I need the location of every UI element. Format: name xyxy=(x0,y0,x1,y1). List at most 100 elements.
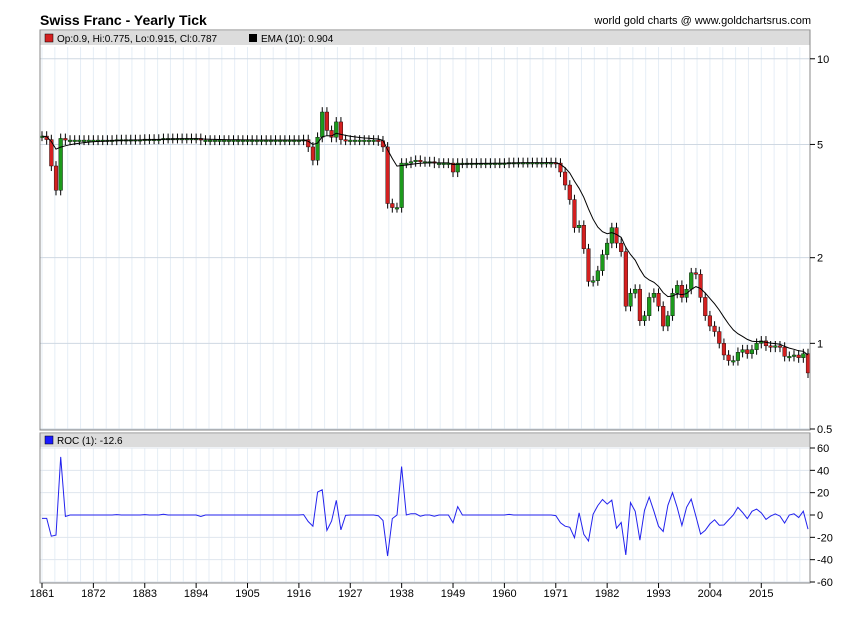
candle-body xyxy=(572,199,577,228)
candle-body xyxy=(707,315,712,327)
candle-body xyxy=(712,325,717,332)
candle-body xyxy=(348,139,353,142)
x-tick-label: 1894 xyxy=(184,588,208,600)
price-legend-swatch xyxy=(44,33,54,43)
candle-body xyxy=(581,225,586,249)
x-tick-label: 2004 xyxy=(698,588,722,600)
candle-body xyxy=(740,349,745,353)
candle-body xyxy=(642,315,647,322)
candle-body xyxy=(754,343,759,350)
x-tick-label: 1883 xyxy=(133,588,157,600)
candle-body xyxy=(628,293,633,307)
roc-y-tick-label: -40 xyxy=(817,555,833,567)
candle-body xyxy=(689,272,694,290)
candle-body xyxy=(404,162,409,165)
x-tick-label: 1927 xyxy=(338,588,362,600)
candle-body xyxy=(418,160,423,162)
price-y-tick-label: 0.5 xyxy=(817,424,832,436)
candle-body xyxy=(591,280,596,283)
ema-legend-swatch xyxy=(249,34,257,42)
price-y-tick-label: 10 xyxy=(817,54,829,66)
x-tick-label: 1905 xyxy=(235,588,259,600)
candle-body xyxy=(791,354,797,357)
roc-y-tick-label: -60 xyxy=(817,577,833,589)
candle-body xyxy=(408,161,414,164)
price-y-tick-label: 5 xyxy=(817,139,823,151)
candle-body xyxy=(805,353,811,374)
candle-body xyxy=(567,184,572,200)
candle-body xyxy=(58,138,63,191)
x-tick-label: 1960 xyxy=(492,588,516,600)
candle-body xyxy=(72,139,77,142)
candle-body xyxy=(324,111,329,131)
candle-body xyxy=(86,139,91,142)
roc-legend-swatch xyxy=(44,435,54,445)
roc-y-axis: 60 40 20 0 -20 -40 -60 xyxy=(810,443,833,589)
x-tick-label: 1993 xyxy=(646,588,670,600)
candle-body xyxy=(647,297,652,316)
candle-body xyxy=(595,270,600,281)
candle-body xyxy=(362,139,367,142)
roc-y-tick-label: -20 xyxy=(817,532,833,544)
roc-y-tick-label: 40 xyxy=(817,465,829,477)
candle-body xyxy=(81,139,87,142)
candle-body xyxy=(731,360,736,363)
candle-body xyxy=(796,354,801,358)
candle-body xyxy=(609,227,614,244)
ema-legend-text: EMA (10): 0.904 xyxy=(261,34,334,45)
candle-body xyxy=(67,139,73,142)
chart-area: Op:0.9, Hi:0.775, Lo:0.915, Cl:0.787 EMA… xyxy=(30,29,833,600)
candle-body xyxy=(376,139,381,142)
candle-body xyxy=(226,139,231,142)
candle-body xyxy=(623,251,628,307)
roc-y-tick-label: 60 xyxy=(817,443,829,455)
candle-body xyxy=(212,139,217,142)
candle-body xyxy=(605,242,610,255)
candle-body xyxy=(334,121,339,138)
candle-body xyxy=(661,306,666,327)
roc-legend-text: ROC (1): -12.6 xyxy=(57,436,123,447)
candle-body xyxy=(357,139,362,142)
price-legend-text: Op:0.9, Hi:0.775, Lo:0.915, Cl:0.787 xyxy=(57,34,218,45)
x-tick-label: 1949 xyxy=(441,588,465,600)
candle-body xyxy=(679,285,684,298)
price-y-tick-label: 2 xyxy=(817,253,823,265)
candle-body xyxy=(63,138,68,141)
candle-body xyxy=(371,139,376,142)
candle-body xyxy=(222,139,227,142)
candle-body xyxy=(394,207,400,210)
candle-body xyxy=(656,293,661,307)
x-tick-label: 1861 xyxy=(30,588,54,600)
candle-body xyxy=(721,343,726,356)
price-y-axis: 10 5 2 1 0.5 xyxy=(810,54,832,436)
x-tick-label: 1971 xyxy=(544,588,568,600)
candle-body xyxy=(600,254,605,271)
candle-body xyxy=(698,273,703,298)
candle-body xyxy=(577,225,582,228)
candle-body xyxy=(338,121,343,140)
candle-body xyxy=(726,354,731,361)
candle-body xyxy=(745,349,750,354)
candle-body xyxy=(633,288,638,294)
candle-body xyxy=(782,346,787,357)
candle-body xyxy=(768,345,773,348)
candle-body xyxy=(693,272,698,275)
candle-body xyxy=(703,297,708,316)
x-tick-label: 1916 xyxy=(287,588,311,600)
candle-body xyxy=(203,139,208,142)
candle-body xyxy=(735,352,740,361)
candle-body xyxy=(637,288,642,322)
candle-body xyxy=(352,139,357,142)
candle-body xyxy=(77,139,82,142)
roc-y-tick-label: 0 xyxy=(817,510,823,522)
candle-body xyxy=(651,293,656,298)
candle-body xyxy=(413,160,418,162)
price-panel xyxy=(40,30,810,430)
candle-body xyxy=(586,248,591,282)
candle-body xyxy=(777,345,783,348)
candle-body xyxy=(310,146,315,161)
candle-body xyxy=(53,165,59,191)
price-y-tick-label: 1 xyxy=(817,338,823,350)
x-tick-label: 1982 xyxy=(595,588,619,600)
candle-body xyxy=(366,139,372,142)
